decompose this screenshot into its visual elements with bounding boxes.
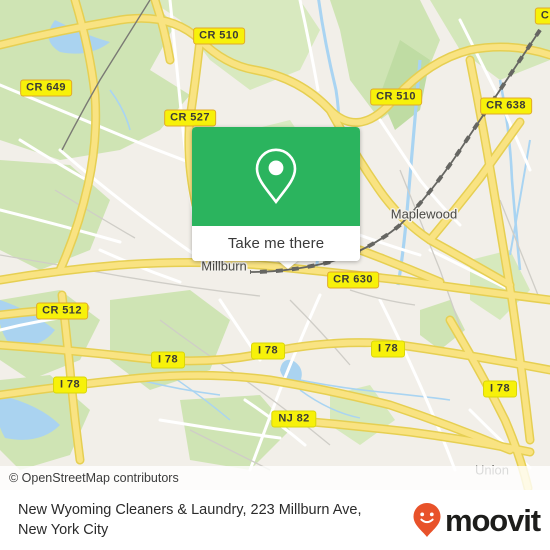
location-address: New Wyoming Cleaners & Laundry, 223 Mill… bbox=[18, 500, 412, 540]
road-shield-c: C bbox=[534, 7, 550, 25]
road-shield-i-78: I 78 bbox=[53, 376, 87, 394]
road-shield-i-78: I 78 bbox=[371, 340, 405, 358]
map-pin-icon bbox=[255, 148, 297, 204]
take-me-there-label: Take me there bbox=[227, 235, 325, 252]
road-shield-i-78: I 78 bbox=[151, 351, 185, 369]
road-shield-cr-527: CR 527 bbox=[164, 109, 216, 127]
moovit-pin-icon bbox=[413, 503, 441, 537]
road-shield-nj-82: NJ 82 bbox=[271, 410, 317, 428]
road-shield-i-78: I 78 bbox=[251, 342, 285, 360]
popup-card[interactable]: Take me there bbox=[192, 127, 360, 261]
popup-card-tail bbox=[277, 260, 299, 269]
road-shield-cr-510: CR 510 bbox=[193, 27, 245, 45]
place-label-maplewood: Maplewood bbox=[390, 206, 458, 222]
moovit-wordmark: moovit bbox=[444, 502, 541, 538]
osm-attribution-bar: © OpenStreetMap contributors bbox=[0, 466, 550, 490]
road-shield-cr-630: CR 630 bbox=[327, 271, 379, 289]
road-shield-i-78: I 78 bbox=[483, 380, 517, 398]
moovit-brand[interactable]: moovit bbox=[412, 502, 541, 538]
popup-card-photo bbox=[192, 127, 360, 226]
road-shield-cr-512: CR 512 bbox=[36, 302, 88, 320]
address-line-1: New Wyoming Cleaners & Laundry, 223 Mill… bbox=[18, 502, 362, 518]
bottom-bar: New Wyoming Cleaners & Laundry, 223 Mill… bbox=[0, 490, 550, 550]
address-line-2: New York City bbox=[18, 522, 109, 538]
road-shield-cr-510: CR 510 bbox=[370, 88, 422, 106]
map-screenshot: CR 510 CR 649 CR 527 CR 510 CR 638 C CR 630 CR … bbox=[0, 0, 550, 550]
road-shield-cr-638: CR 638 bbox=[480, 97, 532, 115]
road-shield-cr-649: CR 649 bbox=[20, 79, 72, 97]
osm-attribution-text: © OpenStreetMap contributors bbox=[9, 471, 179, 485]
take-me-there-button[interactable]: Take me there bbox=[192, 226, 360, 261]
